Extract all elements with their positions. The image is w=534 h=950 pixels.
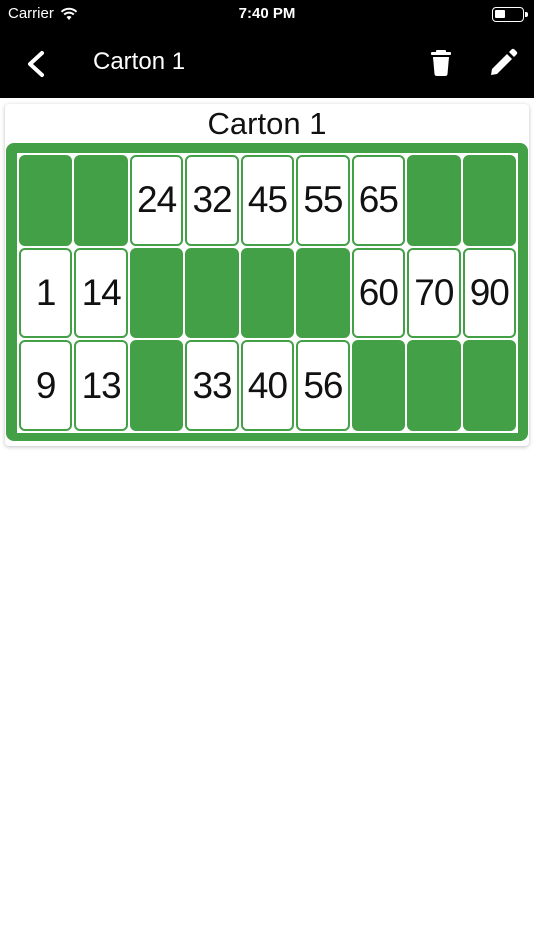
carton-cell-number[interactable]: 24	[129, 155, 184, 246]
carton-cell-number[interactable]: 55	[296, 155, 350, 246]
carton-cell-filled[interactable]	[74, 155, 128, 246]
carton-cell-filled[interactable]	[351, 340, 406, 431]
carton-cell-number[interactable]: 70	[407, 247, 461, 339]
battery-fill	[495, 10, 506, 18]
carton-cell-number[interactable]: 1	[19, 247, 73, 339]
pencil-icon[interactable]	[486, 45, 520, 79]
carton-cell-number[interactable]: 45	[240, 155, 295, 246]
carton-card: Carton 1 24 32 45 55 65 1 14 60 70 90 9 13 33 40 56	[5, 104, 529, 446]
carton-cell-number[interactable]: 60	[351, 247, 406, 339]
card-title: Carton 1	[207, 106, 327, 141]
carton-cell-number[interactable]: 90	[462, 247, 516, 339]
carton-grid: 24 32 45 55 65 1 14 60 70 90 9 13 33 40 56	[17, 153, 518, 433]
nav-bar: Carton 1	[0, 28, 534, 98]
trash-icon[interactable]	[424, 45, 458, 79]
carton-cell-filled[interactable]	[296, 247, 350, 339]
carton-cell-filled[interactable]	[185, 247, 239, 339]
carton-cell-filled[interactable]	[19, 155, 73, 246]
carton-cell-filled[interactable]	[462, 340, 516, 431]
carton-cell-filled[interactable]	[407, 155, 461, 246]
carton-cell-number[interactable]: 65	[351, 155, 406, 246]
carton-cell-number[interactable]: 9	[19, 340, 73, 431]
status-time: 7:40 PM	[238, 5, 296, 22]
carton-cell-number[interactable]: 40	[240, 340, 295, 431]
carton-frame: 24 32 45 55 65 1 14 60 70 90 9 13 33 40 56	[6, 143, 528, 441]
nav-title: Carton 1	[93, 48, 186, 75]
carton-cell-filled[interactable]	[462, 155, 516, 246]
carton-cell-number[interactable]: 33	[185, 340, 239, 431]
carton-cell-filled[interactable]	[240, 247, 295, 339]
carton-cell-number[interactable]: 32	[185, 155, 239, 246]
carton-cell-filled[interactable]	[407, 340, 461, 431]
carton-cell-number[interactable]: 13	[74, 340, 128, 431]
carton-cell-filled[interactable]	[129, 340, 184, 431]
carton-cell-number[interactable]: 56	[296, 340, 350, 431]
carton-cell-filled[interactable]	[129, 247, 184, 339]
battery-icon	[492, 7, 528, 22]
chevron-left-icon[interactable]	[18, 46, 54, 82]
status-bar: Carrier 7:40 PM	[0, 0, 534, 28]
carton-cell-number[interactable]: 14	[74, 247, 128, 339]
